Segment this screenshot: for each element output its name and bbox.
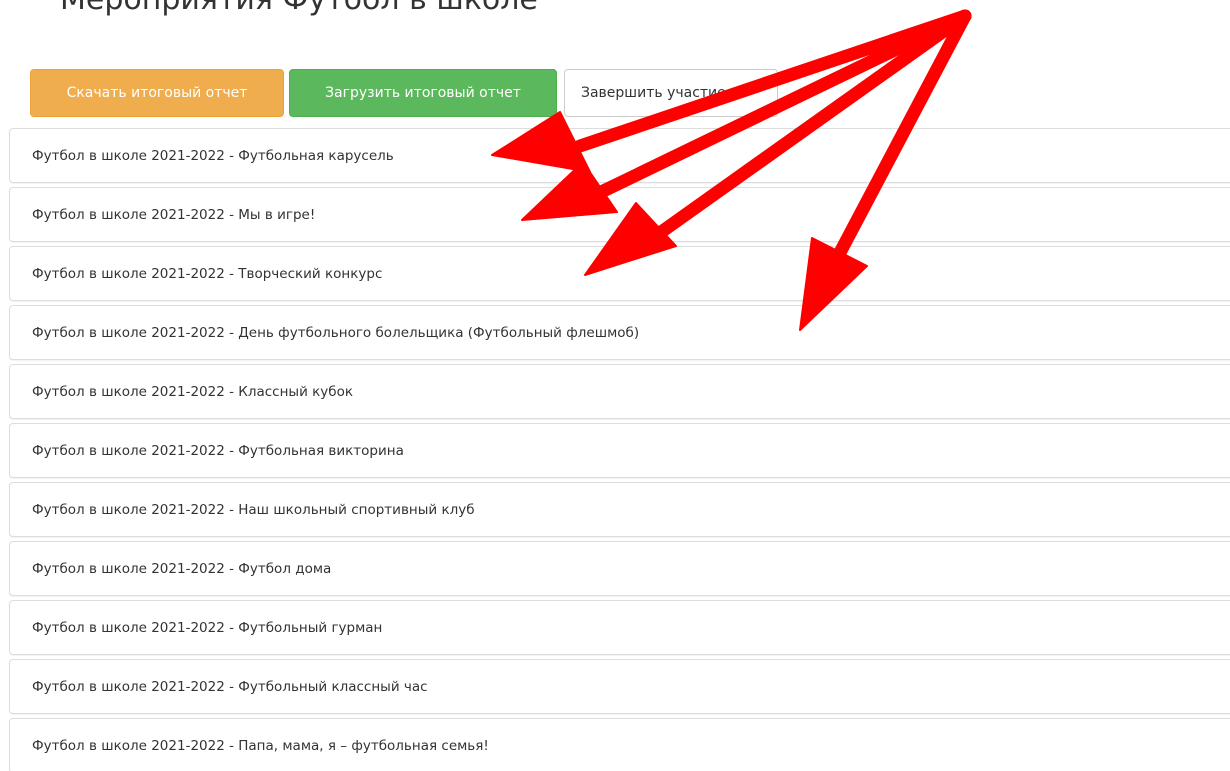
upload-report-button[interactable]: Загрузить итоговый отчет — [289, 69, 557, 117]
toolbar: Скачать итоговый отчет Загрузить итоговы… — [30, 69, 778, 117]
events-list: Футбол в школе 2021-2022 - Футбольная ка… — [9, 128, 1230, 771]
list-item-event[interactable]: Футбол в школе 2021-2022 - День футбольн… — [9, 305, 1230, 360]
list-item-event[interactable]: Футбол в школе 2021-2022 - Мы в игре! — [9, 187, 1230, 242]
list-item-event[interactable]: Футбол в школе 2021-2022 - Футбольный гу… — [9, 600, 1230, 655]
page-title: Мероприятия Футбол в школе — [60, 0, 538, 17]
finish-participation-button[interactable]: Завершить участие — [564, 69, 778, 117]
download-report-button[interactable]: Скачать итоговый отчет — [30, 69, 284, 117]
list-item-event[interactable]: Футбол в школе 2021-2022 - Футбольный кл… — [9, 659, 1230, 714]
list-item-event[interactable]: Футбол в школе 2021-2022 - Творческий ко… — [9, 246, 1230, 301]
page: Мероприятия Футбол в школе Скачать итого… — [0, 0, 1230, 771]
list-item-event[interactable]: Футбол в школе 2021-2022 - Футбольная ви… — [9, 423, 1230, 478]
list-item-event[interactable]: Футбол в школе 2021-2022 - Папа, мама, я… — [9, 718, 1230, 771]
list-item-event[interactable]: Футбол в школе 2021-2022 - Футбол дома — [9, 541, 1230, 596]
list-item-event[interactable]: Футбол в школе 2021-2022 - Наш школьный … — [9, 482, 1230, 537]
list-item-event[interactable]: Футбол в школе 2021-2022 - Классный кубо… — [9, 364, 1230, 419]
list-item-event[interactable]: Футбол в школе 2021-2022 - Футбольная ка… — [9, 128, 1230, 183]
